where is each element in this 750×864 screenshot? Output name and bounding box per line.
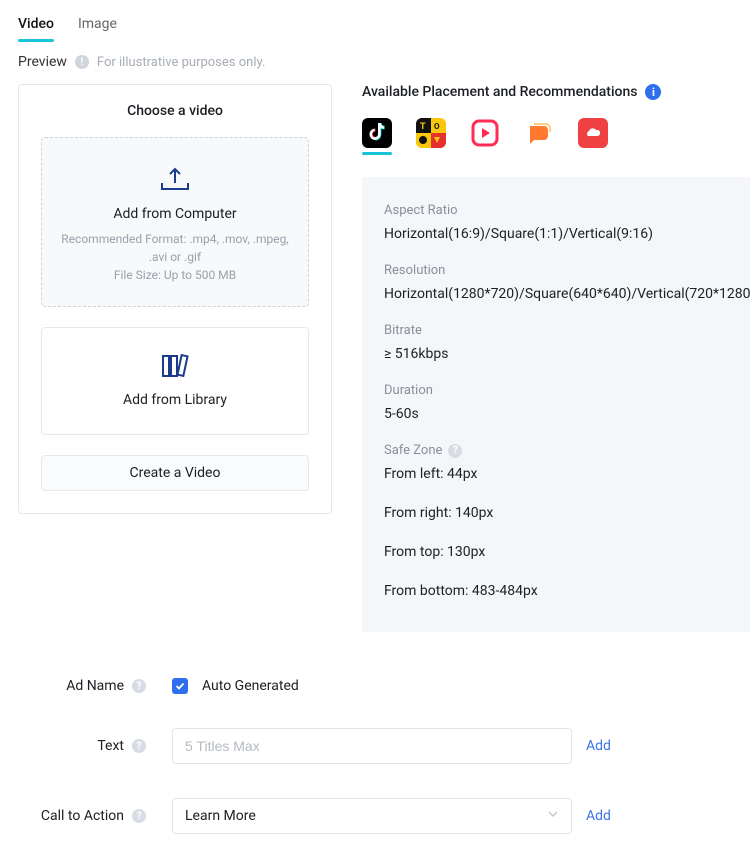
cta-selected-value: Learn More [185, 808, 256, 824]
help-icon[interactable]: ? [132, 679, 146, 693]
info-icon[interactable]: i [645, 84, 661, 100]
media-type-tabs: Video Image [18, 10, 732, 42]
specs-panel: Aspect Ratio Horizontal(16:9)/Square(1:1… [362, 177, 750, 632]
placement-panel: Available Placement and Recommendations … [362, 84, 750, 632]
form-rows: Ad Name ? Auto Generated Text ? Add Call… [18, 678, 732, 834]
tiktok-icon [368, 123, 386, 143]
spec-duration-value: 5-60s [384, 404, 750, 425]
video-panel: Choose a video Add from Computer Recomme… [18, 84, 332, 514]
preview-note: For illustrative purposes only. [97, 55, 265, 70]
spec-safezone-right: From right: 140px [384, 503, 750, 524]
placement-heading: Available Placement and Recommendations [362, 84, 637, 100]
chevron-down-icon [547, 808, 559, 824]
cta-label: Call to Action [41, 808, 124, 824]
upload-icon [160, 166, 190, 192]
text-add-link[interactable]: Add [586, 738, 611, 754]
row-cta: Call to Action ? Learn More Add [18, 798, 732, 834]
cta-add-link[interactable]: Add [586, 808, 611, 824]
add-from-computer-size: File Size: Up to 500 MB [56, 266, 294, 284]
row-text: Text ? Add [18, 728, 732, 764]
spec-bitrate-value: ≥ 516kbps [384, 344, 750, 365]
vigo-icon [470, 118, 500, 148]
spec-aspect-ratio-value: Horizontal(16:9)/Square(1:1)/Vertical(9:… [384, 224, 750, 245]
tab-video[interactable]: Video [18, 10, 54, 42]
text-label: Text [97, 738, 124, 754]
video-card-heading: Choose a video [41, 103, 309, 119]
cloud-icon [578, 118, 608, 148]
cta-select[interactable]: Learn More [172, 798, 572, 834]
main-split: Choose a video Add from Computer Recomme… [18, 84, 732, 632]
platform-helo[interactable] [524, 118, 554, 148]
spec-safezone-top: From top: 130px [384, 542, 750, 563]
add-from-library[interactable]: Add from Library [41, 327, 309, 435]
placement-header: Available Placement and Recommendations … [362, 84, 750, 100]
help-icon[interactable]: ? [132, 809, 146, 823]
spec-safezone-label: Safe Zone ? [384, 443, 750, 458]
auto-generated-checkbox[interactable] [172, 678, 188, 694]
auto-generated-label: Auto Generated [202, 678, 299, 694]
add-from-computer-title: Add from Computer [56, 206, 294, 222]
info-icon[interactable]: ! [75, 55, 89, 69]
row-ad-name: Ad Name ? Auto Generated [18, 678, 732, 694]
buzzvideo-icon: T O [416, 118, 446, 148]
preview-row: Preview ! For illustrative purposes only… [18, 54, 732, 70]
check-icon [175, 681, 185, 691]
spec-bitrate-label: Bitrate [384, 323, 750, 338]
platform-cloud[interactable] [578, 118, 608, 148]
platform-tiktok[interactable] [362, 118, 392, 148]
platform-selected-underline [362, 152, 392, 155]
platform-icons: T O [362, 118, 750, 148]
create-video-button[interactable]: Create a Video [41, 455, 309, 491]
spec-resolution-label: Resolution [384, 263, 750, 278]
svg-text:T: T [420, 122, 426, 132]
help-icon[interactable]: ? [448, 444, 462, 458]
add-from-computer-format: Recommended Format: .mp4, .mov, .mpeg, .… [56, 230, 294, 266]
video-card: Choose a video Add from Computer Recomme… [18, 84, 332, 514]
spec-safezone-bottom: From bottom: 483-484px [384, 581, 750, 602]
platform-buzzvideo[interactable]: T O [416, 118, 446, 148]
platform-vigo[interactable] [470, 118, 500, 148]
svg-text:O: O [434, 122, 440, 131]
preview-label: Preview [18, 54, 67, 70]
add-from-library-title: Add from Library [56, 392, 294, 408]
spec-safezone-left: From left: 44px [384, 464, 750, 485]
help-icon[interactable]: ? [132, 739, 146, 753]
add-from-computer[interactable]: Add from Computer Recommended Format: .m… [41, 137, 309, 307]
helo-icon [526, 120, 552, 146]
spec-duration-label: Duration [384, 383, 750, 398]
text-input[interactable] [172, 728, 572, 764]
tab-image[interactable]: Image [78, 10, 117, 42]
library-icon [161, 354, 189, 378]
ad-name-label: Ad Name [66, 678, 124, 694]
spec-resolution-value: Horizontal(1280*720)/Square(640*640)/Ver… [384, 284, 750, 305]
spec-aspect-ratio-label: Aspect Ratio [384, 203, 750, 218]
